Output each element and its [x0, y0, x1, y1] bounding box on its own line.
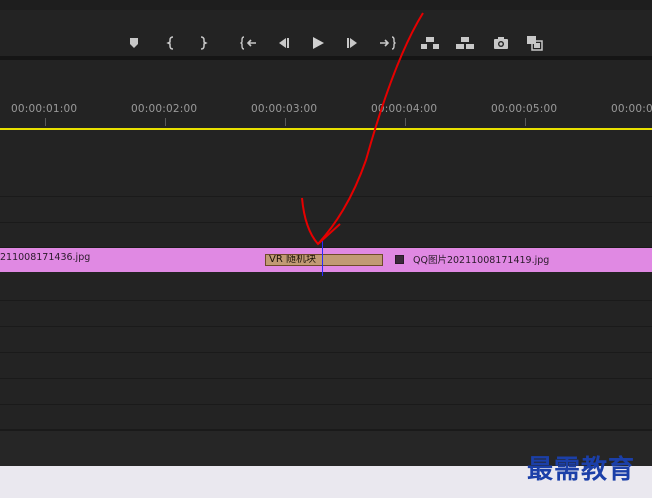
- go-to-in-icon: [240, 36, 256, 50]
- ruler-tick: [45, 118, 46, 126]
- export-frame-button[interactable]: [490, 32, 512, 54]
- go-to-out-icon: [380, 36, 396, 50]
- lift-icon: [421, 37, 439, 49]
- ruler-tick: [405, 118, 406, 126]
- extract-button[interactable]: [454, 32, 476, 54]
- add-marker-icon: [130, 38, 138, 48]
- watermark-text: 最需教育: [527, 455, 636, 485]
- comparison-view-button[interactable]: [524, 32, 546, 54]
- mark-in-button[interactable]: [160, 32, 182, 54]
- ruler-tick-label: 00:00:06: [611, 103, 652, 115]
- clip-left[interactable]: 211008171436.jpg: [0, 252, 90, 263]
- go-to-in-button[interactable]: [238, 32, 260, 54]
- playhead[interactable]: [322, 240, 323, 276]
- ruler-tick: [285, 118, 286, 126]
- audio-track[interactable]: [0, 379, 652, 405]
- video-track[interactable]: [0, 223, 652, 248]
- step-forward-icon: [347, 38, 357, 48]
- transition-clip[interactable]: VR 随机块: [265, 254, 383, 266]
- add-marker-button[interactable]: [123, 32, 145, 54]
- comparison-view-icon: [527, 36, 543, 51]
- play-button[interactable]: [307, 32, 329, 54]
- time-ruler[interactable]: 00:00:01:00 00:00:02:00 00:00:03:00 00:0…: [0, 60, 652, 128]
- mark-out-button[interactable]: [192, 32, 214, 54]
- extract-icon: [456, 37, 474, 49]
- step-forward-button[interactable]: [342, 32, 364, 54]
- mark-out-icon: [200, 36, 208, 50]
- ruler-tick-label: 00:00:05:00: [491, 103, 558, 115]
- ruler-tick: [525, 118, 526, 126]
- mark-in-icon: [166, 36, 174, 50]
- video-clip-track[interactable]: 211008171436.jpg VR 随机块 QQ图片202110081714…: [0, 248, 652, 272]
- audio-track[interactable]: [0, 353, 652, 379]
- ruler-tick-label: 00:00:01:00: [11, 103, 78, 115]
- step-back-icon: [279, 38, 289, 48]
- video-track[interactable]: [0, 197, 652, 223]
- ruler-tick-label: 00:00:03:00: [251, 103, 318, 115]
- export-frame-icon: [494, 37, 508, 49]
- ruler-tick: [165, 118, 166, 126]
- ruler-tick-label: 00:00:04:00: [371, 103, 438, 115]
- audio-track[interactable]: [0, 405, 652, 430]
- audio-track[interactable]: [0, 301, 652, 327]
- video-track[interactable]: [0, 130, 652, 197]
- program-monitor-controls: [0, 10, 652, 56]
- audio-track[interactable]: [0, 273, 652, 301]
- step-back-button[interactable]: [272, 32, 294, 54]
- fx-badge-icon: [395, 255, 404, 264]
- lift-button[interactable]: [419, 32, 441, 54]
- clip-right[interactable]: QQ图片20211008171419.jpg: [413, 252, 549, 266]
- play-icon: [313, 37, 324, 49]
- go-to-out-button[interactable]: [376, 32, 398, 54]
- audio-track[interactable]: [0, 327, 652, 353]
- ruler-tick-label: 00:00:02:00: [131, 103, 198, 115]
